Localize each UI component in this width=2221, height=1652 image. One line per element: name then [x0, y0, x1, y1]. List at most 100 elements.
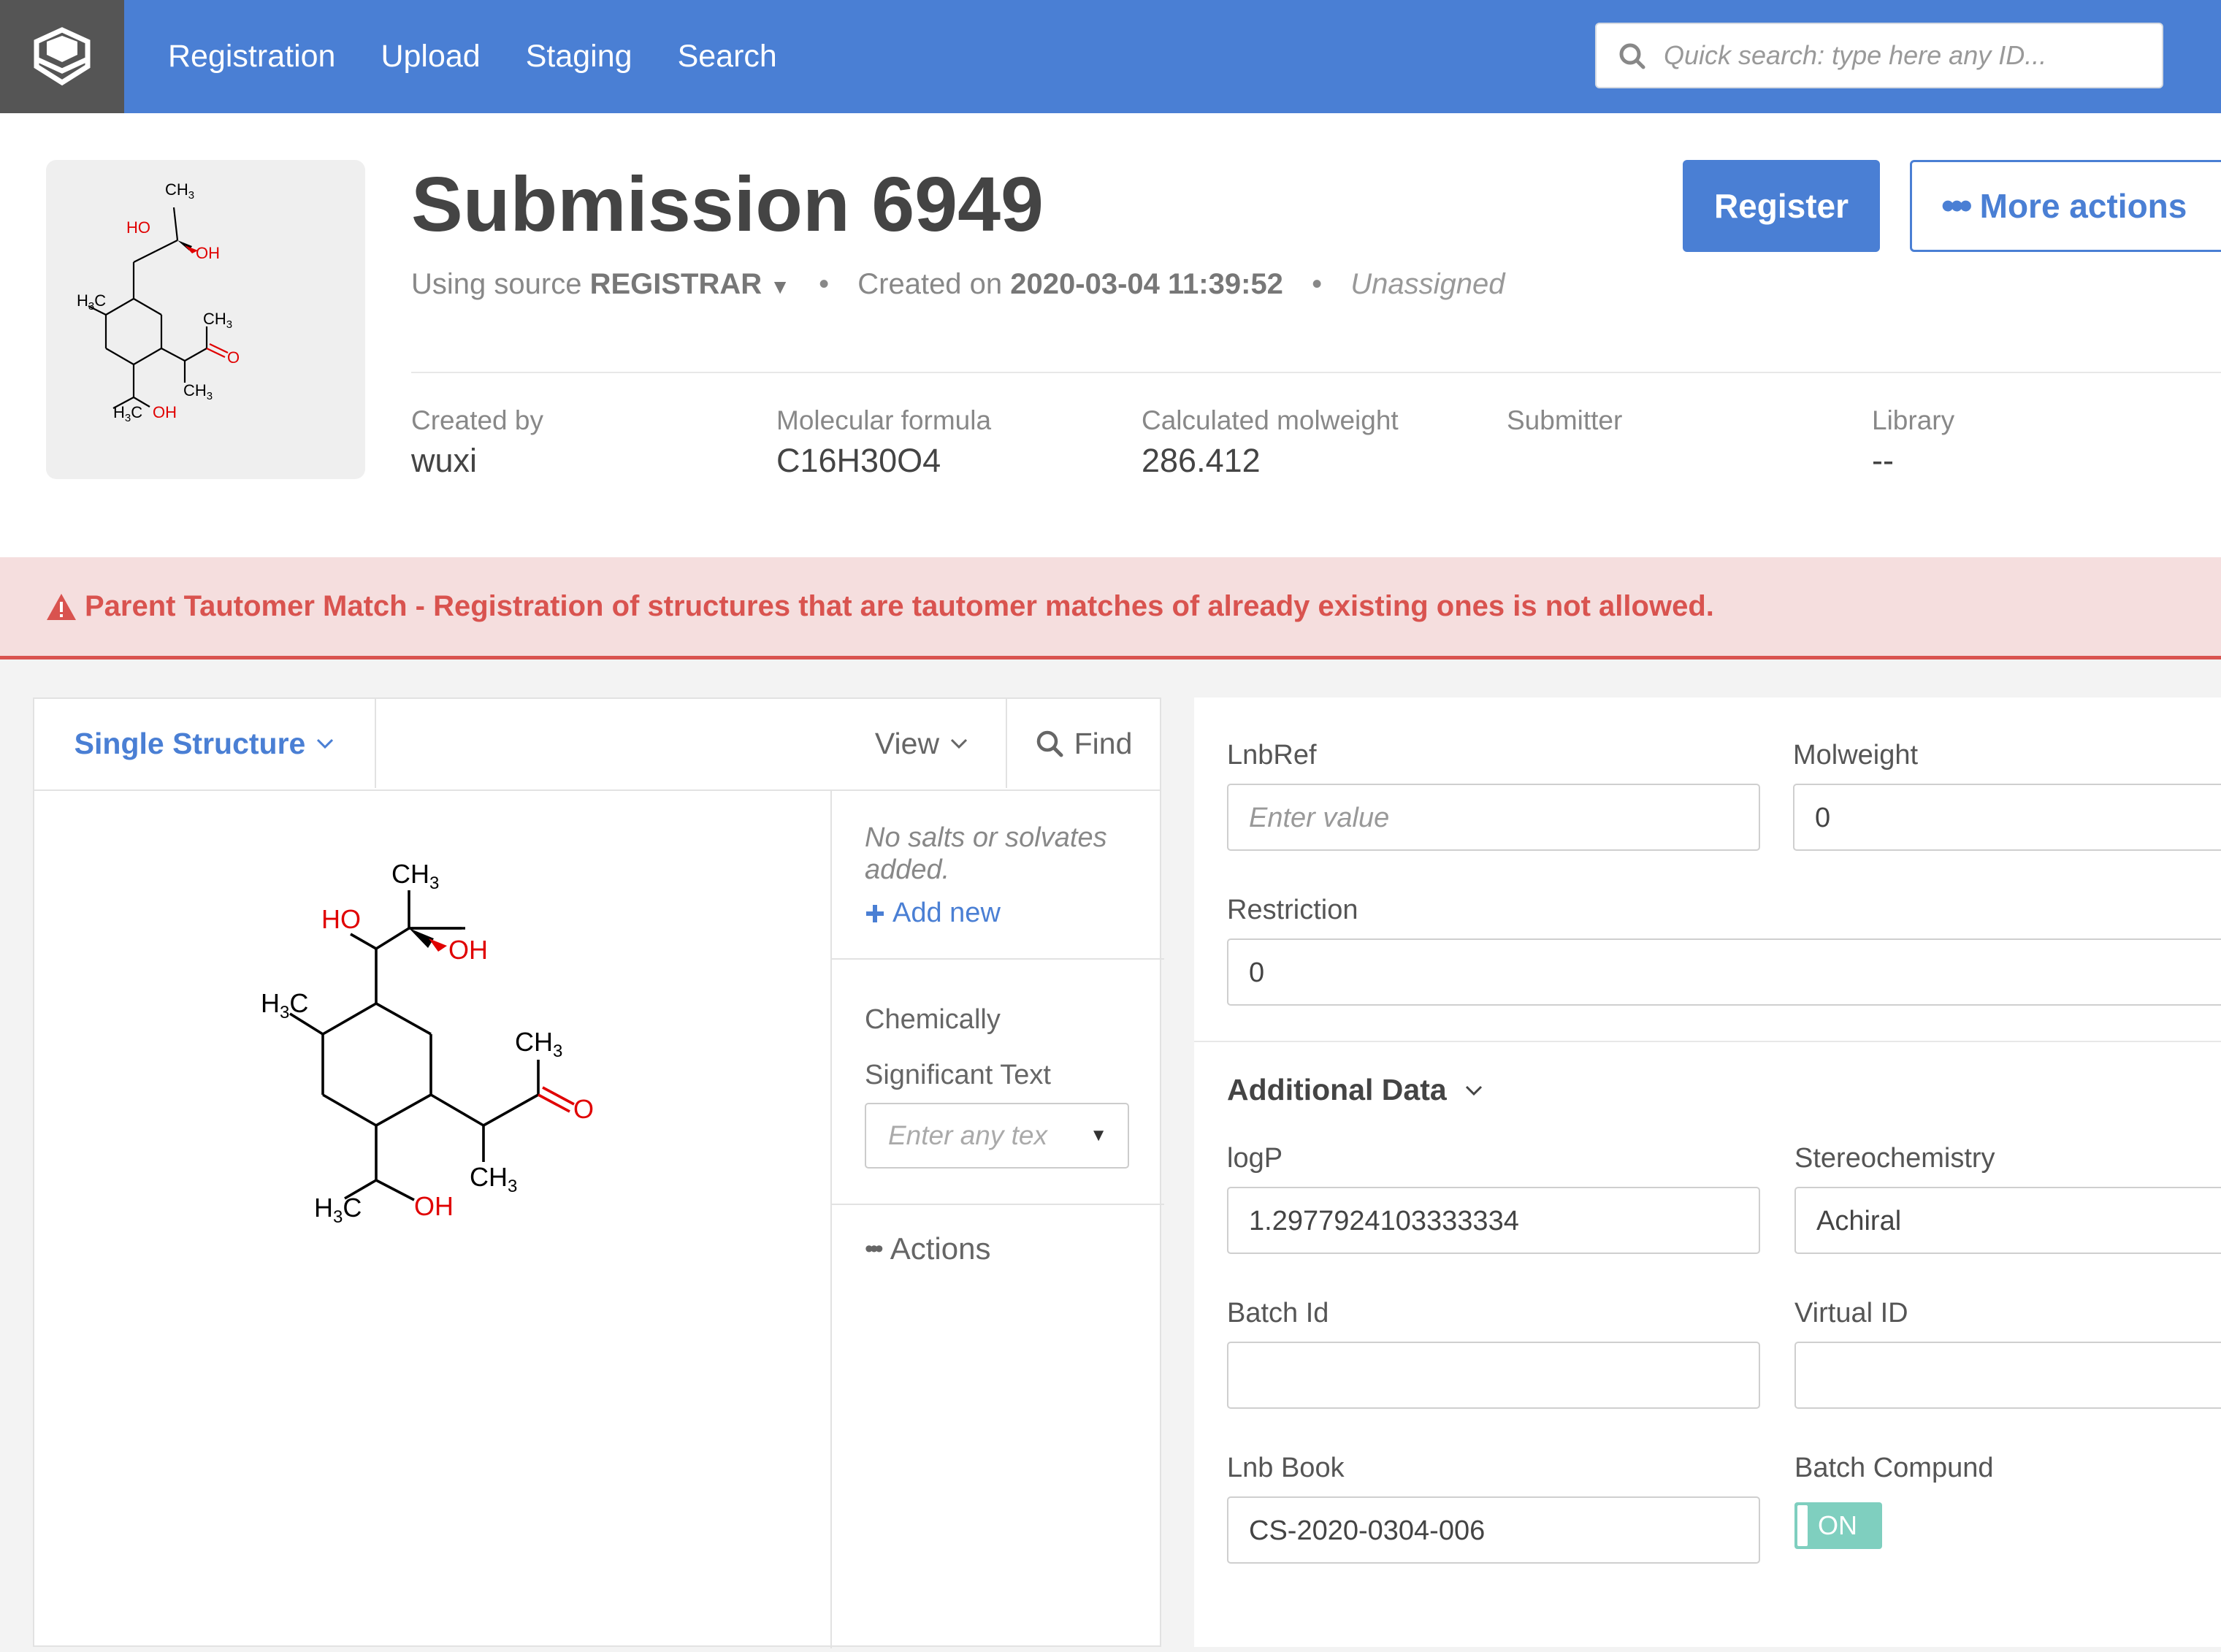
- mode-label: Single Structure: [74, 726, 306, 760]
- cst-label-line1: Chemically: [865, 1004, 1001, 1035]
- prop-value: --: [1872, 442, 1894, 479]
- error-alert: Parent Tautomer Match - Registration of …: [0, 557, 2221, 659]
- restriction-field: [1227, 938, 2221, 1006]
- nav-search[interactable]: Search: [678, 39, 777, 74]
- lnbref-input[interactable]: [1247, 785, 1728, 851]
- batch-id-input[interactable]: [1247, 1343, 1728, 1409]
- molecule-canvas[interactable]: HO OH CH3 H3C CH3 O CH3 H3C OH: [34, 789, 830, 1648]
- thumb-oh-label: OH: [196, 244, 220, 262]
- plus-icon: [866, 904, 884, 922]
- lnb-book-label: Lnb Book: [1227, 1453, 1345, 1483]
- ch3-label-3: CH3: [470, 1162, 517, 1196]
- stereochemistry-field: [1794, 1187, 2221, 1254]
- restriction-label: Restriction: [1227, 895, 1358, 925]
- submission-form: LnbRef Molweight Restriction Additional …: [1194, 697, 2221, 1647]
- molweight-input[interactable]: [1813, 785, 2201, 851]
- app-logo[interactable]: [0, 0, 124, 113]
- stereochemistry-label: Stereochemistry: [1794, 1143, 1995, 1174]
- prop-label: Created by: [411, 405, 543, 435]
- add-new-label: Add new: [892, 898, 1001, 928]
- chevron-down-icon: [1465, 1085, 1482, 1095]
- find-button[interactable]: Find: [1006, 699, 1161, 788]
- prop-label: Submitter: [1507, 405, 1623, 435]
- source-value: REGISTRAR: [589, 268, 762, 300]
- search-icon: [1619, 43, 1645, 69]
- ho-label: HO: [321, 904, 361, 934]
- h3c-label-2: H3C: [314, 1193, 362, 1227]
- cst-label: Chemically Significant Text: [832, 960, 1164, 1103]
- toggle-state-label: ON: [1818, 1510, 1857, 1540]
- form-main-section: LnbRef Molweight Restriction: [1194, 697, 2221, 1042]
- virtual-id-input[interactable]: [1815, 1343, 2201, 1409]
- ch3-label: CH3: [391, 859, 439, 893]
- molecule-structure-image: HO OH CH3 H3C CH3 O CH3 H3C OH: [261, 859, 594, 1227]
- actions-menu[interactable]: ••• Actions: [832, 1205, 1164, 1293]
- quick-search-box: [1595, 23, 2163, 88]
- nav-upload[interactable]: Upload: [381, 39, 480, 74]
- logp-label: logP: [1227, 1143, 1283, 1174]
- prop-library: Library --: [1872, 405, 1954, 480]
- register-button[interactable]: Register: [1683, 160, 1880, 252]
- structure-sidebar: No salts or solvates added. Add new Chem…: [830, 789, 1164, 1648]
- cube-logo-icon: [34, 26, 91, 85]
- thumb-oh-label-2: OH: [153, 403, 177, 421]
- toggle-knob: [1797, 1505, 1808, 1546]
- meta-separator-2: •: [1312, 268, 1323, 300]
- header-divider: [411, 372, 2221, 373]
- find-label: Find: [1074, 726, 1133, 760]
- search-icon: [1036, 730, 1063, 757]
- prop-label: Library: [1872, 405, 1955, 435]
- molecule-thumbnail-image: HO OH CH3 H3C CH3 O CH3 H3C OH: [77, 180, 240, 424]
- add-new-salt-link[interactable]: Add new: [832, 886, 1164, 929]
- view-dropdown[interactable]: View: [838, 699, 1007, 788]
- virtual-id-field: [1794, 1342, 2221, 1409]
- batch-id-label: Batch Id: [1227, 1298, 1329, 1328]
- actions-label: Actions: [890, 1231, 991, 1266]
- thumb-o-label: O: [227, 348, 240, 367]
- quick-search-input[interactable]: [1662, 39, 2140, 72]
- oh-label-2: OH: [414, 1191, 454, 1221]
- virtual-id-label: Virtual ID: [1794, 1298, 1908, 1328]
- cst-input[interactable]: [887, 1120, 1058, 1152]
- thumb-ho-label: HO: [126, 218, 150, 237]
- additional-data-toggle[interactable]: Additional Data: [1227, 1073, 1483, 1107]
- assignment-status[interactable]: Unassigned: [1350, 268, 1505, 300]
- page-title: Submission 6949: [411, 161, 1044, 248]
- single-structure-dropdown[interactable]: Single Structure: [34, 699, 376, 788]
- created-on-label: Created on: [857, 268, 1003, 300]
- prop-value: wuxi: [411, 442, 478, 479]
- using-source-label: Using source: [411, 268, 582, 300]
- main-nav: Registration Upload Staging Search: [168, 0, 777, 113]
- structure-toolbar: Single Structure View Find: [34, 699, 1160, 791]
- ellipsis-icon: •••: [865, 1234, 884, 1263]
- thumb-ch3-label: CH3: [165, 180, 194, 202]
- alert-message: Parent Tautomer Match - Registration of …: [85, 590, 1714, 622]
- structure-thumbnail[interactable]: HO OH CH3 H3C CH3 O CH3 H3C OH: [46, 160, 365, 479]
- prop-label: Molecular formula: [776, 405, 992, 435]
- more-actions-button[interactable]: ••• More actions: [1910, 160, 2221, 252]
- logp-input[interactable]: [1247, 1188, 1728, 1254]
- restriction-input[interactable]: [1247, 940, 2144, 1006]
- logp-field: [1227, 1187, 1760, 1254]
- source-dropdown[interactable]: REGISTRAR ▼: [590, 268, 790, 300]
- oh-label: OH: [448, 935, 488, 965]
- h3c-label: H3C: [261, 988, 308, 1022]
- lnbref-label: LnbRef: [1227, 740, 1317, 770]
- lnbref-field: [1227, 784, 1760, 851]
- caret-down-icon: ▼: [1090, 1125, 1107, 1145]
- nav-registration[interactable]: Registration: [168, 39, 335, 74]
- chevron-down-icon: [317, 738, 334, 749]
- more-actions-label: More actions: [1979, 187, 2187, 225]
- batch-id-field: [1227, 1342, 1760, 1409]
- salts-placeholder: No salts or solvates added.: [865, 822, 1107, 885]
- lnb-book-input[interactable]: [1247, 1498, 1728, 1564]
- batch-compound-toggle[interactable]: ON: [1794, 1502, 1882, 1549]
- molweight-label: Molweight: [1793, 740, 1919, 770]
- structure-panel: Single Structure View Find HO OH CH3 H3C…: [33, 697, 1164, 1648]
- warning-icon: [47, 593, 76, 620]
- cst-select[interactable]: ▼: [865, 1103, 1129, 1169]
- view-label: View: [874, 726, 940, 760]
- nav-staging[interactable]: Staging: [526, 39, 632, 74]
- thumb-h3c-label-2: H3C: [113, 403, 142, 424]
- stereochemistry-input[interactable]: [1815, 1188, 2201, 1254]
